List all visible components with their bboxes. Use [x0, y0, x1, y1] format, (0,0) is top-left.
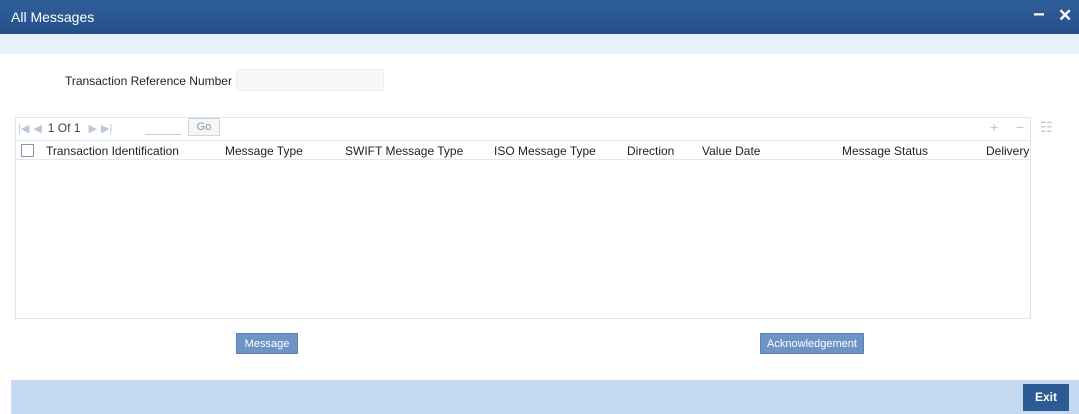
last-page-icon[interactable]: ▶| [101, 122, 112, 135]
column-header-direction[interactable]: Direction [627, 144, 674, 158]
go-button[interactable]: Go [188, 118, 220, 136]
page-number-input[interactable] [145, 118, 181, 135]
grid-pager: |◀ ◀ 1 Of 1 ▶ ▶| [18, 120, 116, 136]
footer-bar [11, 380, 1079, 414]
minimize-button[interactable]: − [1033, 4, 1045, 27]
window-title: All Messages [11, 9, 95, 25]
column-header-delivery-status[interactable]: Delivery Status [986, 144, 1029, 158]
transaction-reference-label: Transaction Reference Number [65, 74, 232, 88]
delete-row-icon[interactable]: − [1016, 119, 1024, 135]
grid-header-row: Transaction Identification Message Type … [16, 140, 1030, 160]
transaction-reference-input[interactable] [236, 69, 384, 91]
header-band [0, 34, 1079, 54]
column-header-swift-message-type[interactable]: SWIFT Message Type [345, 144, 463, 158]
message-button[interactable]: Message [236, 333, 298, 354]
exit-button[interactable]: Exit [1023, 384, 1069, 411]
prev-page-icon[interactable]: ◀ [33, 122, 41, 135]
first-page-icon[interactable]: |◀ [18, 122, 29, 135]
column-header-message-status[interactable]: Message Status [842, 144, 928, 158]
columns-icon[interactable]: ☷ [1040, 119, 1053, 136]
close-button[interactable]: ✕ [1058, 6, 1072, 26]
column-header-message-type[interactable]: Message Type [225, 144, 303, 158]
next-page-icon[interactable]: ▶ [88, 122, 96, 135]
acknowledgement-button[interactable]: Acknowledgement [760, 333, 864, 354]
column-header-iso-message-type[interactable]: ISO Message Type [494, 144, 596, 158]
column-header-transaction-identification[interactable]: Transaction Identification [46, 144, 179, 158]
select-all-checkbox[interactable] [21, 144, 34, 157]
window-titlebar: All Messages − ✕ [0, 0, 1079, 34]
column-header-value-date[interactable]: Value Date [702, 144, 760, 158]
add-row-icon[interactable]: + [990, 119, 998, 135]
page-info: 1 Of 1 [47, 121, 81, 135]
